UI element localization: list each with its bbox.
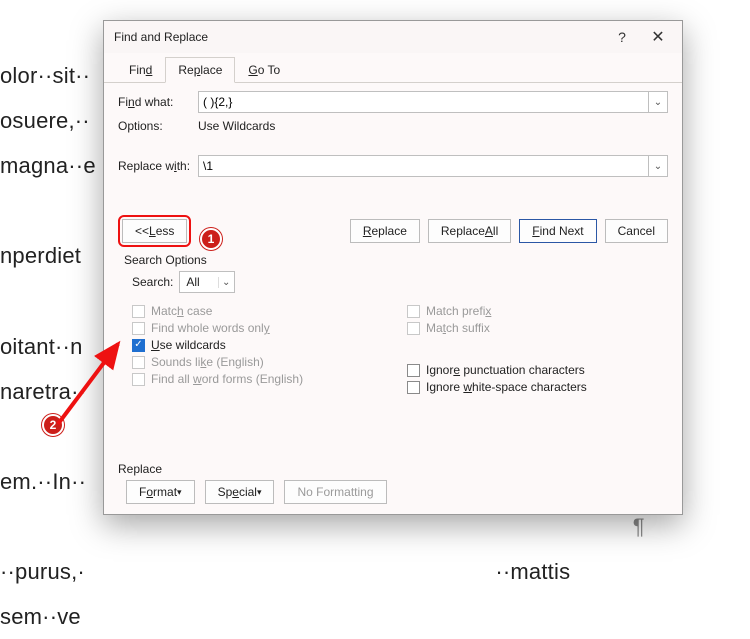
format-button[interactable]: Format ▾ — [126, 480, 195, 504]
ignore-whitespace-checkbox[interactable]: Ignore white-space characters — [407, 380, 668, 394]
less-button-highlight: << Less — [118, 215, 191, 247]
replace-with-input[interactable] — [198, 155, 648, 177]
replace-all-button[interactable]: Replace All — [428, 219, 511, 243]
no-formatting-button: No Formatting — [284, 480, 386, 504]
whole-words-checkbox: Find whole words only — [132, 321, 393, 335]
chevron-down-icon: ⌄ — [218, 277, 234, 288]
tab-strip: Find Replace Go To — [104, 55, 682, 83]
search-direction-select[interactable]: All ⌄ — [179, 271, 234, 293]
cancel-button[interactable]: Cancel — [605, 219, 668, 243]
help-button[interactable]: ? — [604, 23, 640, 51]
find-what-dropdown[interactable]: ⌄ — [648, 91, 668, 113]
use-wildcards-checkbox[interactable]: ✓Use wildcards — [132, 338, 393, 352]
dialog-title: Find and Replace — [114, 30, 604, 44]
find-replace-dialog: Find and Replace ? ✕ Find Replace Go To … — [103, 20, 683, 515]
match-case-checkbox: Match case — [132, 304, 393, 318]
caret-down-icon: ▾ — [177, 487, 182, 498]
find-what-field[interactable]: ⌄ — [198, 91, 668, 113]
tab-find[interactable]: Find — [116, 57, 165, 83]
close-button[interactable]: ✕ — [640, 23, 676, 51]
tab-goto[interactable]: Go To — [235, 57, 293, 83]
less-button[interactable]: << Less — [122, 219, 187, 243]
match-suffix-checkbox: Match suffix — [407, 321, 668, 335]
replace-button[interactable]: Replace — [350, 219, 420, 243]
word-forms-checkbox: Find all word forms (English) — [132, 372, 393, 386]
sounds-like-checkbox: Sounds like (English) — [132, 355, 393, 369]
replace-with-field[interactable]: ⌄ — [198, 155, 668, 177]
close-icon: ✕ — [651, 27, 664, 47]
find-what-input[interactable] — [198, 91, 648, 113]
options-value: Use Wildcards — [198, 119, 275, 133]
search-direction-label: Search: — [132, 275, 173, 289]
replace-with-label: Replace with: — [118, 159, 198, 173]
find-what-label: Find what: — [118, 95, 198, 109]
chevron-down-icon: ⌄ — [654, 161, 662, 172]
ignore-punctuation-checkbox[interactable]: Ignore punctuation characters — [407, 363, 668, 377]
chevron-down-icon: ⌄ — [654, 97, 662, 108]
match-prefix-checkbox: Match prefix — [407, 304, 668, 318]
titlebar[interactable]: Find and Replace ? ✕ — [104, 21, 682, 53]
search-options-title: Search Options — [124, 253, 668, 267]
search-direction-value: All — [180, 275, 217, 289]
caret-down-icon: ▾ — [257, 487, 262, 498]
tab-replace[interactable]: Replace — [165, 57, 235, 83]
options-label: Options: — [118, 119, 198, 133]
replace-with-dropdown[interactable]: ⌄ — [648, 155, 668, 177]
find-next-button[interactable]: Find Next — [519, 219, 596, 243]
replace-section-title: Replace — [118, 462, 668, 476]
special-button[interactable]: Special ▾ — [205, 480, 275, 504]
